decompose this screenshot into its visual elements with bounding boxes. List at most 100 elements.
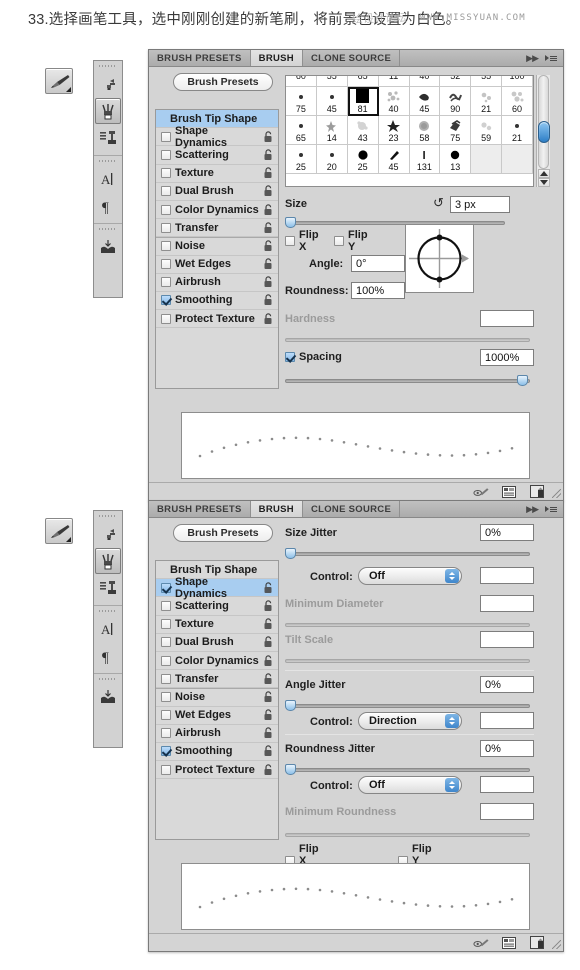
brush-cell[interactable]: 55 (471, 76, 503, 87)
tab-brush-presets[interactable]: BRUSH PRESETS (149, 501, 251, 517)
lock-icon[interactable] (263, 600, 274, 612)
size-control-select[interactable]: Off (358, 567, 462, 585)
lock-icon[interactable] (263, 185, 274, 197)
brush-cell[interactable]: 23 (378, 116, 410, 145)
brush-cell[interactable]: 40 (409, 76, 441, 87)
tab-clone-source[interactable]: CLONE SOURCE (302, 501, 401, 517)
lock-icon[interactable] (263, 673, 274, 685)
slider-track[interactable] (285, 704, 530, 708)
scroll-up-arrow[interactable] (538, 169, 550, 178)
spacing-slider[interactable] (285, 375, 530, 386)
checkbox-shape-dynamics[interactable] (161, 131, 171, 142)
toggle-brush-preview-icon[interactable] (473, 485, 489, 498)
brush-cell[interactable]: 43 (347, 116, 379, 145)
size-jitter-slider[interactable] (285, 548, 530, 559)
list-item-color-dynamics[interactable]: Color Dynamics (156, 201, 278, 220)
lock-icon[interactable] (263, 131, 274, 143)
dock-grip[interactable] (99, 227, 117, 232)
lock-icon[interactable] (263, 294, 274, 306)
checkbox-flip-x[interactable] (285, 236, 295, 246)
brush-grid-scrollbar[interactable] (536, 75, 550, 187)
brush-cell[interactable]: 65 (286, 116, 317, 145)
checkbox-spacing[interactable] (285, 352, 295, 362)
lock-icon[interactable] (263, 763, 274, 776)
checkbox-flip-y[interactable] (334, 236, 344, 246)
panel-resize-grip[interactable] (552, 940, 561, 949)
tab-brush[interactable]: BRUSH (250, 501, 303, 517)
list-item-shape-dynamics[interactable]: Shape Dynamics (156, 576, 278, 600)
roundness-field[interactable]: 100% (351, 282, 405, 299)
tab-brush-presets[interactable]: BRUSH PRESETS (149, 50, 251, 66)
list-item-smoothing[interactable]: Smoothing (156, 292, 278, 311)
collapse-panel-icon[interactable]: ▶▶ (526, 504, 539, 515)
list-item-smoothing[interactable]: Smoothing (156, 743, 278, 762)
list-item-airbrush[interactable]: Airbrush (156, 274, 278, 292)
checkbox-wet-edges[interactable] (161, 710, 171, 721)
checkbox-airbrush[interactable] (161, 728, 171, 739)
angle-field[interactable]: 0° (351, 255, 405, 272)
lock-icon[interactable] (263, 709, 274, 721)
brush-cell[interactable]: 65 (347, 76, 379, 87)
brush-panel-icon[interactable] (95, 98, 121, 124)
list-item-protect-texture[interactable]: Protect Texture (156, 761, 278, 780)
roundness-jitter-slider[interactable] (285, 764, 530, 775)
min-diameter-slider[interactable] (285, 619, 530, 630)
checkbox-smoothing[interactable] (161, 746, 171, 757)
brush-cell[interactable]: 45 (316, 87, 348, 116)
lock-icon[interactable] (263, 258, 274, 270)
checkbox-dual-brush[interactable] (161, 637, 171, 648)
list-item-noise[interactable]: Noise (156, 237, 278, 256)
lock-icon[interactable] (263, 222, 274, 234)
lock-icon[interactable] (263, 636, 274, 648)
size-control-field[interactable] (480, 567, 534, 584)
brush-tool-button-bottom[interactable] (45, 518, 73, 544)
list-item-scattering[interactable]: Scattering (156, 146, 278, 165)
list-item-protect-texture[interactable]: Protect Texture (156, 310, 278, 329)
character-icon[interactable]: A (95, 616, 121, 642)
brush-tip-grid[interactable]: 60 55 65 11 40 52 55 100 75 45 81 40 45 … (285, 75, 534, 187)
checkbox-transfer[interactable] (161, 673, 171, 684)
lock-icon[interactable] (263, 240, 274, 252)
list-item-dual-brush[interactable]: Dual Brush (156, 183, 278, 201)
slider-thumb[interactable] (285, 700, 296, 711)
list-item-wet-edges[interactable]: Wet Edges (156, 256, 278, 274)
checkbox-color-dynamics[interactable] (161, 204, 171, 215)
checkbox-texture[interactable] (161, 619, 171, 630)
chevron-updown-icon[interactable] (445, 778, 459, 792)
checkbox-transfer[interactable] (161, 222, 171, 233)
brush-cell-selected[interactable]: 81 (347, 87, 379, 116)
brush-presets-grid-icon[interactable] (501, 936, 517, 949)
slider-track[interactable] (285, 659, 530, 663)
min-diameter-field[interactable] (480, 595, 534, 612)
checkbox-dual-brush[interactable] (161, 186, 171, 197)
list-item-texture[interactable]: Texture (156, 165, 278, 183)
list-item-transfer[interactable]: Transfer (156, 219, 278, 238)
chevron-updown-icon[interactable] (445, 569, 459, 583)
brush-cell[interactable]: 90 (440, 87, 472, 116)
slider-track[interactable] (285, 768, 530, 772)
paragraph-icon[interactable]: ¶ (95, 643, 121, 669)
list-item-color-dynamics[interactable]: Color Dynamics (156, 652, 278, 671)
slider-track[interactable] (285, 552, 530, 556)
dock-grip[interactable] (99, 159, 117, 164)
list-item-dual-brush[interactable]: Dual Brush (156, 634, 278, 652)
list-item-scattering[interactable]: Scattering (156, 597, 278, 616)
character-icon[interactable]: A (95, 166, 121, 192)
lock-icon[interactable] (263, 745, 274, 757)
animation-icon[interactable] (95, 684, 121, 710)
checkbox-noise[interactable] (161, 241, 171, 252)
angle-jitter-slider[interactable] (285, 700, 530, 711)
brush-cell[interactable]: 52 (440, 76, 472, 87)
toggle-brush-preview-icon[interactable] (473, 936, 489, 949)
brush-cell[interactable]: 45 (378, 145, 410, 174)
new-brush-icon[interactable] (529, 485, 545, 498)
checkbox-protect-texture[interactable] (161, 764, 171, 775)
brush-cell[interactable]: 75 (440, 116, 472, 145)
dock-grip[interactable] (99, 677, 117, 682)
angle-jitter-field[interactable]: 0% (480, 676, 534, 693)
flip-x-checkbox-row[interactable]: Flip X (285, 229, 319, 253)
brush-cell[interactable]: 13 (440, 145, 472, 174)
lock-icon[interactable] (263, 276, 274, 288)
brush-cell[interactable]: 131 (409, 145, 441, 174)
checkbox-texture[interactable] (161, 168, 171, 179)
